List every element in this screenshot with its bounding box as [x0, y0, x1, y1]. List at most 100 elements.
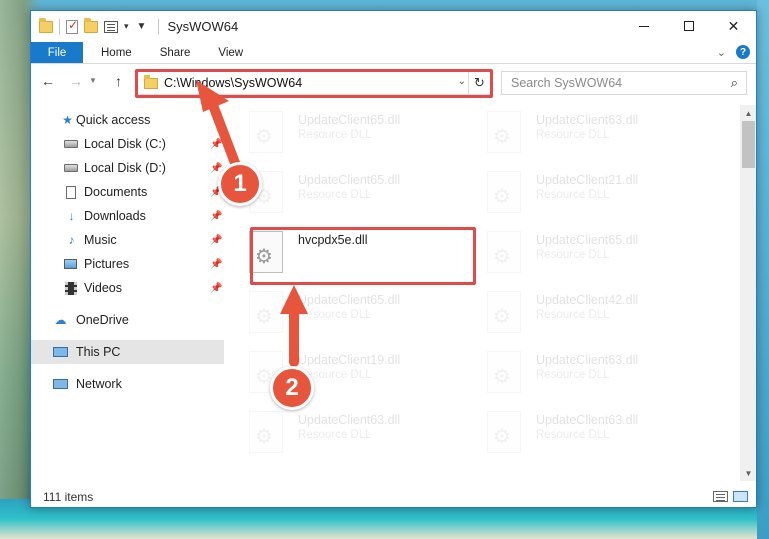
file-type: Resource DLL — [536, 369, 610, 381]
pin-icon[interactable]: 📌 — [210, 139, 222, 150]
file-name: UpdateClient65.dll — [536, 233, 639, 247]
file-type: Resource DLL — [536, 189, 610, 201]
tab-share[interactable]: Share — [146, 42, 205, 63]
file-name: UpdateClient65.dll — [298, 173, 401, 187]
customize-toolbar-arrow-icon[interactable]: ▼ — [137, 21, 147, 32]
cloud-icon: ☁ — [54, 313, 67, 327]
toolbar-divider — [59, 18, 60, 35]
sidebar-item-local-disk-d[interactable]: Local Disk (D:) 📌 — [31, 156, 224, 180]
back-arrow-icon[interactable]: ← — [41, 73, 55, 89]
address-path[interactable]: C:\Windows\SysWOW64 — [164, 76, 302, 90]
dll-file-icon — [487, 351, 521, 393]
sidebar-item-this-pc[interactable]: This PC — [31, 340, 224, 364]
recent-locations-chevron-icon[interactable]: ▼ — [89, 76, 97, 85]
file-item[interactable]: UpdateClient63.dll Resource DLL — [465, 345, 695, 395]
file-type: Resource DLL — [536, 429, 610, 441]
maximize-button[interactable] — [666, 11, 711, 41]
file-item[interactable]: UpdateClient65.dll Resource DLL — [465, 225, 695, 275]
sidebar-item-local-disk-c[interactable]: Local Disk (C:) 📌 — [31, 132, 224, 156]
close-button[interactable]: ✕ — [711, 11, 756, 41]
address-history-chevron-icon[interactable]: ⌄ — [458, 76, 466, 87]
scroll-down-arrow-icon[interactable]: ▼ — [740, 465, 756, 481]
file-item[interactable]: UpdateClient65.dll Resource DLL — [227, 285, 457, 335]
videos-icon — [65, 281, 77, 295]
minimize-button[interactable] — [621, 11, 666, 41]
tab-file[interactable]: File — [31, 42, 83, 63]
address-bar[interactable]: C:\Windows\SysWOW64 ⌄ ↻ — [137, 71, 491, 95]
chevron-down-icon[interactable]: ▾ — [124, 21, 129, 32]
new-folder-icon[interactable] — [84, 17, 98, 33]
file-type: Resource DLL — [298, 309, 372, 321]
dll-file-icon — [249, 231, 283, 273]
pin-icon[interactable]: 📌 — [210, 283, 222, 294]
sidebar-item-quick-access[interactable]: ★ Quick access — [31, 108, 224, 132]
file-explorer-window: ▾ ▼ SysWOW64 ✕ File Home Share View ⌄ ? … — [30, 10, 757, 508]
pin-icon[interactable]: 📌 — [210, 211, 222, 222]
scrollbar-thumb[interactable] — [742, 121, 755, 168]
search-placeholder: Search SysWOW64 — [511, 76, 623, 90]
file-item[interactable]: UpdateClient42.dll Resource DLL — [465, 285, 695, 335]
sidebar-item-label: Pictures — [84, 257, 130, 271]
file-type: Resource DLL — [536, 129, 610, 141]
sidebar-item-label: Documents — [84, 185, 148, 199]
step-badge-1: 1 — [218, 162, 262, 206]
tab-view[interactable]: View — [204, 42, 257, 63]
sidebar-item-label: Music — [84, 233, 117, 247]
window-controls: ✕ — [621, 11, 756, 41]
file-name: UpdateClient63.dll — [536, 113, 639, 127]
sidebar-item-documents[interactable]: Documents 📌 — [31, 180, 224, 204]
pin-icon[interactable]: 📌 — [210, 259, 222, 270]
file-item[interactable]: UpdateClient21.dll Resource DLL — [465, 165, 695, 215]
file-item-hvcpdx5e[interactable]: hvcpdx5e.dll — [227, 225, 457, 275]
computer-icon — [53, 347, 68, 357]
file-list: UpdateClient65.dll Resource DLL UpdateCl… — [227, 105, 738, 477]
file-item[interactable]: UpdateClient63.dll Resource DLL — [465, 105, 695, 155]
vertical-scrollbar[interactable]: ▲ ▼ — [740, 105, 756, 481]
dll-file-icon — [487, 111, 521, 153]
sidebar-item-label: Local Disk (D:) — [84, 161, 166, 175]
maximize-icon — [683, 21, 694, 31]
large-icons-view-icon[interactable] — [733, 491, 748, 502]
sidebar-item-pictures[interactable]: Pictures 📌 — [31, 252, 224, 276]
scroll-up-arrow-icon[interactable]: ▲ — [740, 105, 756, 121]
properties-check-icon[interactable] — [66, 18, 78, 34]
step-badge-2: 2 — [270, 366, 314, 410]
star-icon: ★ — [62, 113, 73, 127]
sidebar-item-network[interactable]: Network — [31, 372, 224, 396]
dll-file-icon — [249, 291, 283, 333]
file-item[interactable]: UpdateClient63.dll Resource DLL — [465, 405, 695, 455]
sidebar-item-music[interactable]: ♪ Music 📌 — [31, 228, 224, 252]
file-item[interactable]: UpdateClient65.dll Resource DLL — [227, 105, 457, 155]
file-type: Resource DLL — [298, 189, 372, 201]
file-type: Resource DLL — [298, 129, 372, 141]
file-name: UpdateClient21.dll — [536, 173, 639, 187]
pin-icon[interactable]: 📌 — [210, 235, 222, 246]
folder-icon[interactable] — [39, 17, 53, 33]
sidebar-item-label: This PC — [76, 345, 121, 359]
search-icon[interactable]: ⌕ — [731, 75, 738, 91]
expand-ribbon-chevron-icon[interactable]: ⌄ — [717, 46, 726, 59]
quick-access-toolbar: ▾ ▼ — [31, 11, 160, 42]
ribbon-right-controls: ⌄ ? — [717, 45, 750, 59]
search-input[interactable]: Search SysWOW64 ⌕ — [501, 71, 747, 95]
desktop-sky-background — [757, 0, 769, 539]
customize-list-icon[interactable] — [104, 20, 118, 33]
tab-home[interactable]: Home — [87, 42, 146, 63]
navigation-pane: ★ Quick access Local Disk (C:) 📌 Local D… — [31, 105, 224, 477]
help-icon[interactable]: ? — [736, 45, 750, 59]
title-bar: ▾ ▼ SysWOW64 ✕ — [31, 11, 756, 42]
file-item[interactable]: UpdateClient19.dll Resource DLL — [227, 345, 457, 395]
dll-file-icon — [487, 411, 521, 453]
details-view-icon[interactable] — [713, 491, 728, 502]
forward-arrow-icon[interactable]: → — [69, 73, 83, 89]
sidebar-item-videos[interactable]: Videos 📌 — [31, 276, 224, 300]
file-item[interactable]: UpdateClient63.dll Resource DLL — [227, 405, 457, 455]
file-item[interactable]: UpdateClient65.dll Resource DLL — [227, 165, 457, 215]
ribbon-tabs: File Home Share View ⌄ ? — [31, 42, 756, 64]
sidebar-item-downloads[interactable]: ↓ Downloads 📌 — [31, 204, 224, 228]
file-name: UpdateClient63.dll — [536, 353, 639, 367]
refresh-icon[interactable]: ↻ — [468, 72, 490, 94]
up-arrow-icon[interactable]: ↑ — [115, 73, 122, 89]
close-icon: ✕ — [727, 17, 740, 34]
sidebar-item-onedrive[interactable]: ☁ OneDrive — [31, 308, 224, 332]
